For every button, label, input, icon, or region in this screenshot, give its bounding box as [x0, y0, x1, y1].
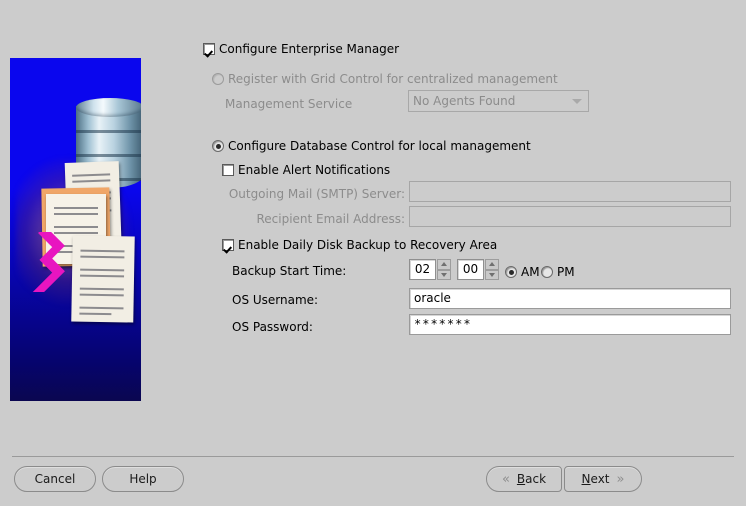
help-button-label: Help: [129, 472, 157, 486]
next-button-label: Next: [582, 472, 610, 486]
backup-hour-spinner-buttons[interactable]: [437, 259, 451, 280]
recipient-email-label-row: Recipient Email Address:: [232, 209, 405, 229]
recipient-email-label: Recipient Email Address:: [256, 212, 405, 226]
smtp-server-label-row: Outgoing Mail (SMTP) Server:: [228, 184, 405, 204]
backup-minute-decrement-button[interactable]: [485, 269, 499, 280]
backup-hour-increment-button[interactable]: [437, 259, 451, 270]
caret-down-icon: [441, 272, 447, 277]
backup-hour-spinner[interactable]: 02: [409, 259, 451, 280]
cancel-button-label: Cancel: [34, 472, 76, 486]
backup-hour-decrement-button[interactable]: [437, 269, 451, 280]
management-service-dropdown[interactable]: No Agents Found: [408, 90, 589, 112]
management-service-label: Management Service: [225, 97, 353, 111]
chevron-right-double-icon: »: [616, 471, 625, 487]
configure-enterprise-manager-checkbox-row[interactable]: Configure Enterprise Manager: [203, 39, 399, 59]
db-control-radio-row[interactable]: Configure Database Control for local man…: [212, 136, 531, 156]
db-control-radio[interactable]: [212, 140, 224, 152]
pm-radio-row[interactable]: PM: [541, 262, 575, 282]
am-radio-row[interactable]: AM: [505, 262, 540, 282]
chevron-down-icon: [572, 98, 582, 104]
next-button[interactable]: Next »: [564, 466, 642, 492]
os-username-label-row: OS Username:: [232, 290, 318, 310]
wizard-form: Configure Enterprise Manager Register wi…: [0, 0, 746, 450]
caret-down-icon: [489, 272, 495, 277]
daily-backup-label: Enable Daily Disk Backup to Recovery Are…: [238, 238, 498, 252]
alert-notifications-checkbox-row[interactable]: Enable Alert Notifications: [222, 160, 390, 180]
os-username-label: OS Username:: [232, 293, 319, 307]
os-password-input[interactable]: *******: [409, 314, 731, 335]
caret-up-icon: [489, 262, 495, 267]
backup-minute-spinner[interactable]: 00: [457, 259, 499, 280]
next-rest: ext: [590, 472, 610, 486]
backup-start-time-label: Backup Start Time:: [232, 264, 347, 278]
caret-up-icon: [441, 262, 447, 267]
cancel-button[interactable]: Cancel: [14, 466, 96, 492]
daily-backup-checkbox-row[interactable]: Enable Daily Disk Backup to Recovery Are…: [222, 235, 497, 255]
management-service-value: No Agents Found: [413, 94, 516, 108]
chevron-left-double-icon: «: [501, 471, 510, 487]
configure-enterprise-manager-label: Configure Enterprise Manager: [219, 42, 400, 56]
backup-minute-spinner-buttons[interactable]: [485, 259, 499, 280]
back-button[interactable]: « Back: [486, 466, 562, 492]
grid-control-radio-row[interactable]: Register with Grid Control for centraliz…: [212, 69, 558, 89]
os-password-label-row: OS Password:: [232, 317, 313, 337]
back-rest: ack: [525, 472, 547, 486]
back-button-label: Back: [517, 472, 546, 486]
pm-label: PM: [557, 265, 575, 279]
daily-backup-checkbox[interactable]: [222, 239, 234, 251]
configure-enterprise-manager-checkbox[interactable]: [203, 43, 215, 55]
alert-notifications-label: Enable Alert Notifications: [238, 163, 391, 177]
smtp-server-input[interactable]: [409, 181, 731, 202]
os-username-input[interactable]: oracle: [409, 288, 731, 309]
next-mnemonic: N: [581, 472, 591, 486]
grid-control-label: Register with Grid Control for centraliz…: [228, 72, 558, 86]
management-service-label-row: Management Service: [225, 94, 352, 114]
footer-separator: [12, 456, 734, 457]
backup-minute-value[interactable]: 00: [457, 259, 484, 280]
pm-radio[interactable]: [541, 266, 553, 278]
backup-minute-increment-button[interactable]: [485, 259, 499, 270]
backup-start-time-label-row: Backup Start Time:: [232, 261, 346, 281]
grid-control-radio[interactable]: [212, 73, 224, 85]
smtp-server-label: Outgoing Mail (SMTP) Server:: [228, 187, 405, 201]
recipient-email-input[interactable]: [409, 206, 731, 227]
back-mnemonic: B: [516, 472, 526, 486]
backup-hour-value[interactable]: 02: [409, 259, 436, 280]
am-label: AM: [521, 265, 540, 279]
am-radio[interactable]: [505, 266, 517, 278]
db-control-label: Configure Database Control for local man…: [228, 139, 531, 153]
help-button[interactable]: Help: [102, 466, 184, 492]
os-password-label: OS Password:: [232, 320, 313, 334]
alert-notifications-checkbox[interactable]: [222, 164, 234, 176]
